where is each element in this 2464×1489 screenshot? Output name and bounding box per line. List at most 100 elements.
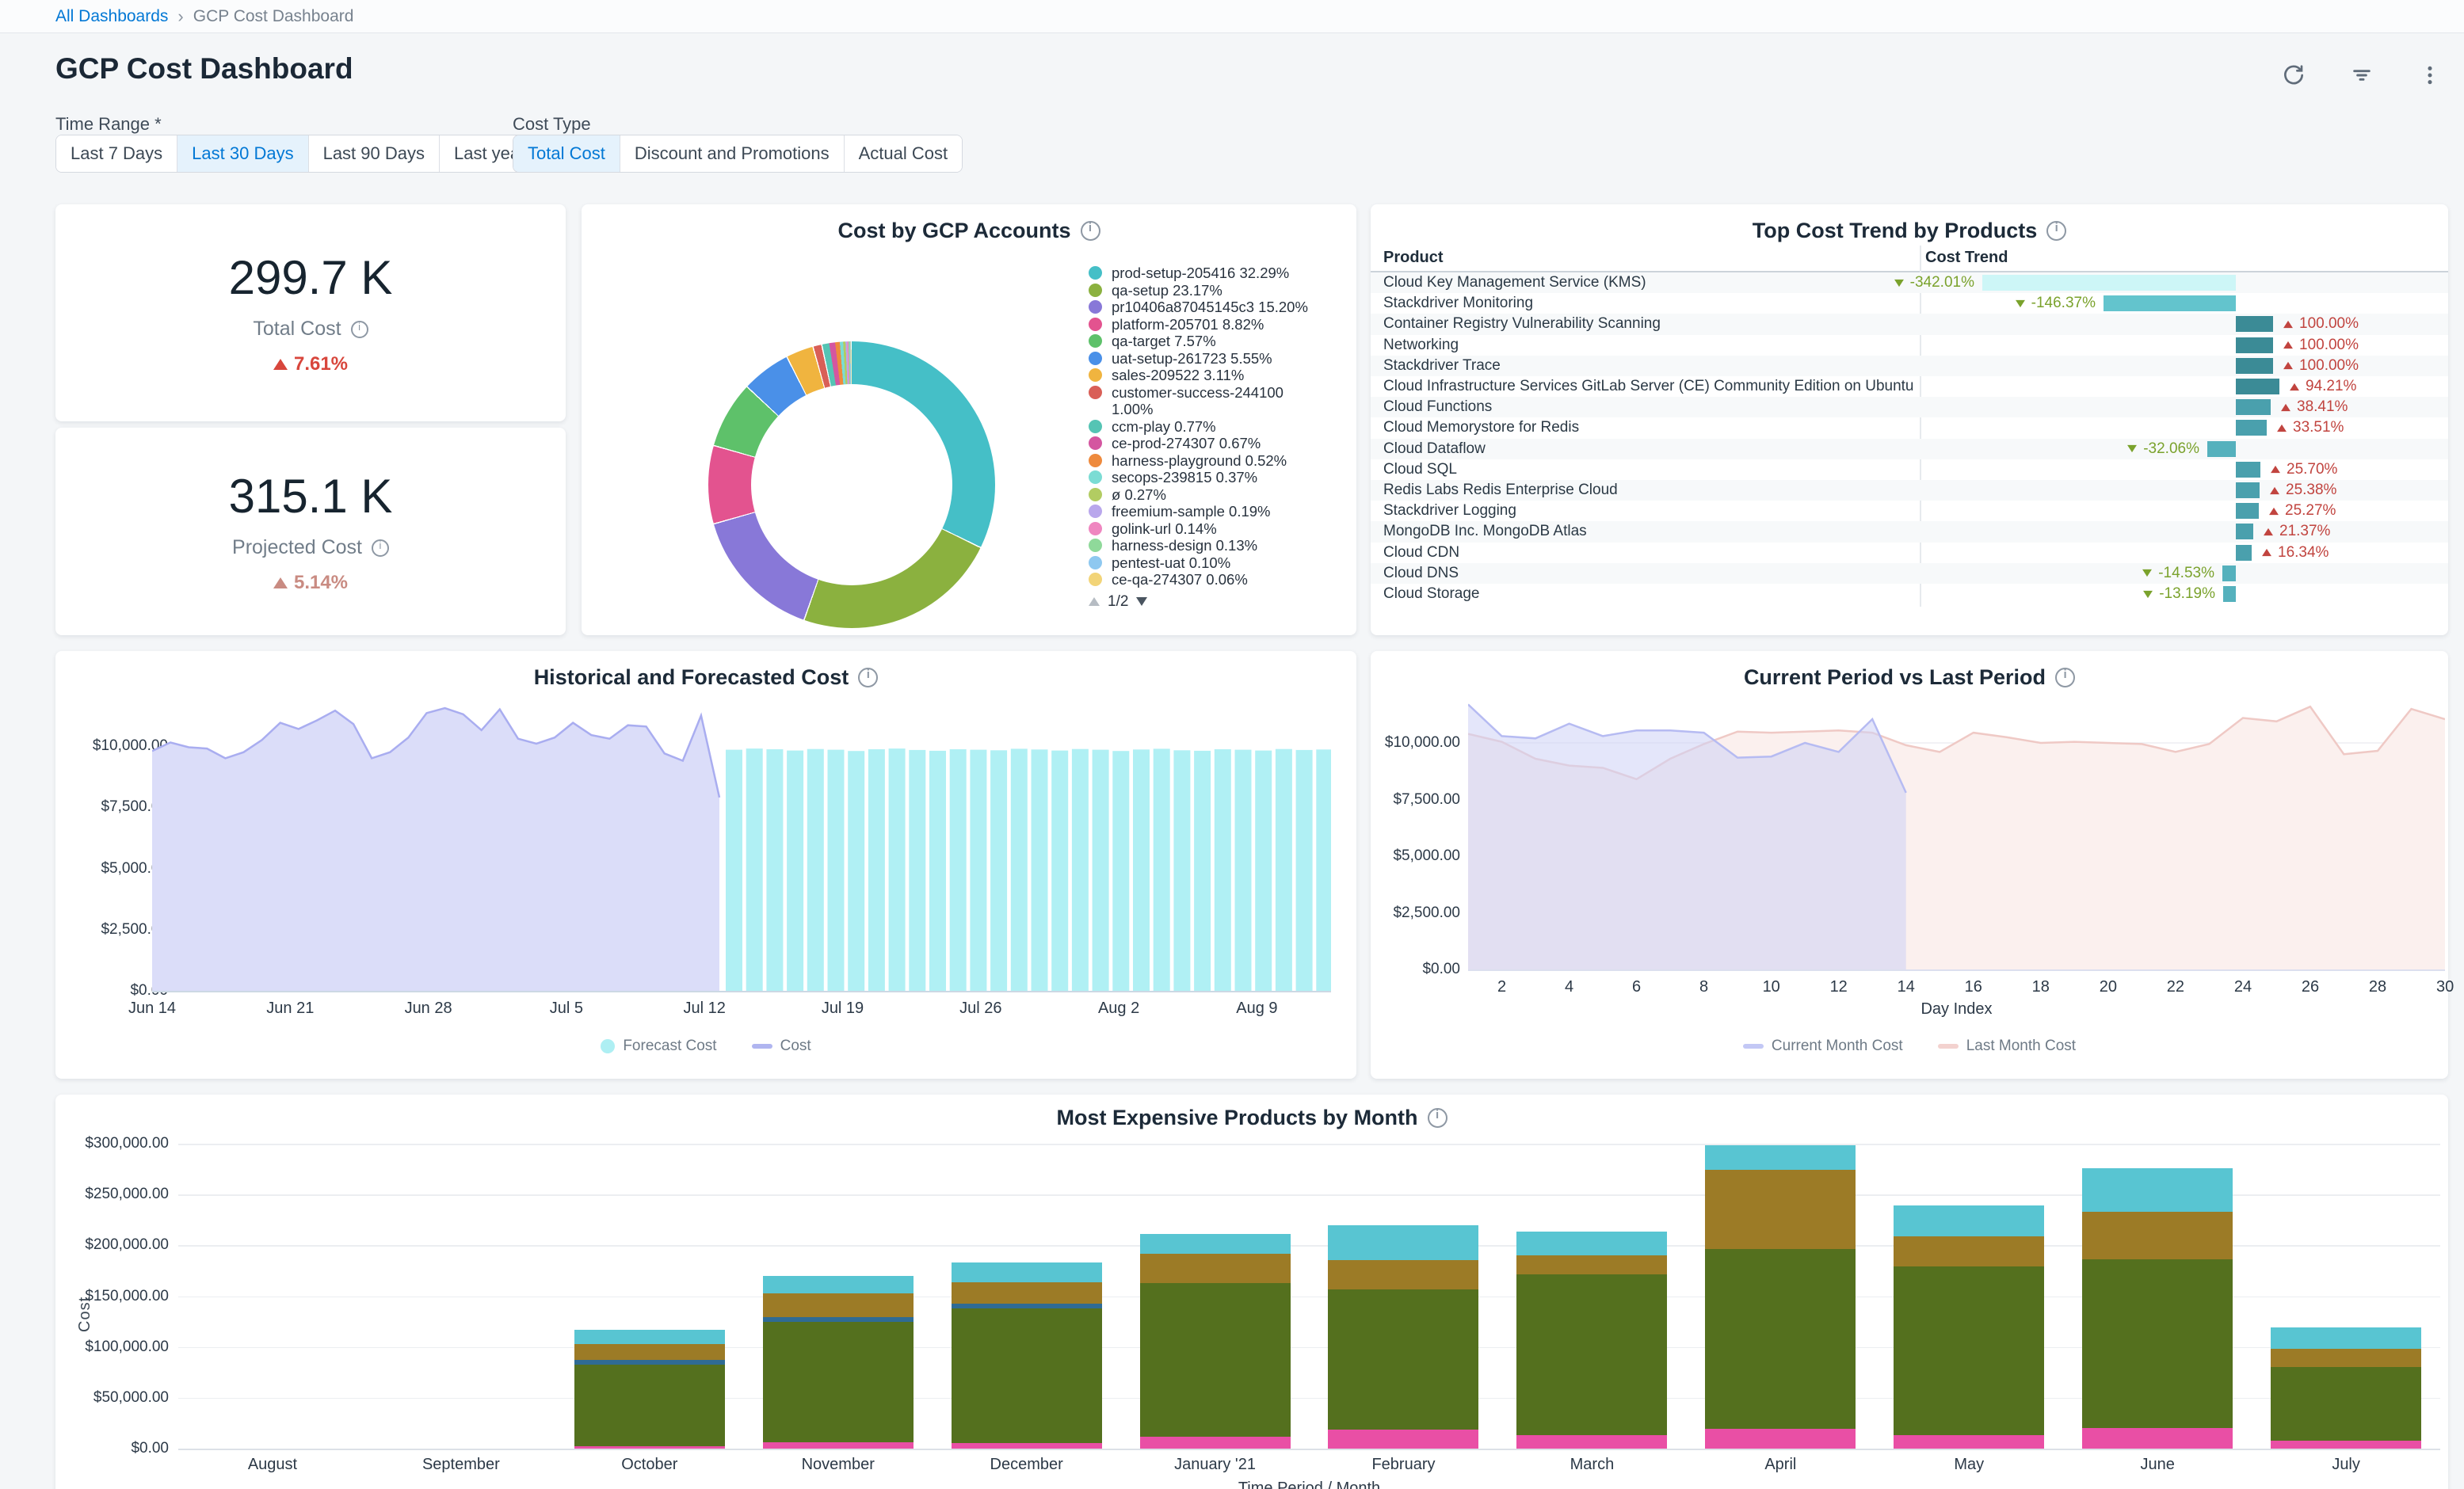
product-cell: Stackdriver Trace <box>1371 356 1917 376</box>
table-row[interactable]: Stackdriver Trace100.00% <box>1371 356 2448 376</box>
info-icon[interactable] <box>858 668 878 687</box>
trend-bar <box>2222 566 2236 581</box>
donut-ring[interactable] <box>708 341 995 628</box>
legend-swatch-icon <box>1089 368 1102 382</box>
page-down-icon[interactable] <box>1136 597 1147 606</box>
info-icon[interactable] <box>2055 668 2075 687</box>
segment-option[interactable]: Actual Cost <box>845 135 963 172</box>
stacked-bar[interactable] <box>2082 1168 2233 1449</box>
info-icon[interactable] <box>372 539 389 557</box>
trend-value: 100.00% <box>2283 335 2359 356</box>
product-cell: Cloud Storage <box>1371 584 1917 604</box>
table-row[interactable]: Cloud Dataflow-32.06% <box>1371 439 2448 459</box>
legend-item[interactable]: pr10406a87045145c3 15.20% <box>1089 299 1334 316</box>
legend-item[interactable]: secops-239815 0.37% <box>1089 469 1334 486</box>
stacked-bar[interactable] <box>1894 1205 2044 1449</box>
top-cost-trend-card: Top Cost Trend by Products Product Cost … <box>1371 204 2448 635</box>
stacked-bar[interactable] <box>1328 1225 1478 1449</box>
bar-segment <box>952 1262 1102 1282</box>
stacked-bar[interactable] <box>2271 1327 2421 1449</box>
trend-bar <box>2236 337 2273 353</box>
table-row[interactable]: Redis Labs Redis Enterprise Cloud25.38% <box>1371 480 2448 501</box>
x-axis-tick: March <box>1497 1456 1686 1474</box>
legend-item[interactable]: prod-setup-205416 32.29% <box>1089 265 1334 282</box>
table-row[interactable]: Cloud Storage-13.19% <box>1371 584 2448 604</box>
legend-item[interactable]: golink-url 0.14% <box>1089 520 1334 538</box>
table-row[interactable]: Cloud DNS-14.53% <box>1371 563 2448 584</box>
segment-option[interactable]: Last 7 Days <box>56 135 177 172</box>
trend-bar <box>2236 545 2252 561</box>
legend-item[interactable]: ce-prod-274307 0.67% <box>1089 435 1334 452</box>
time-range-segmented-control[interactable]: Last 7 DaysLast 30 DaysLast 90 DaysLast … <box>55 135 540 173</box>
breadcrumb-all-dashboards-link[interactable]: All Dashboards <box>55 7 168 26</box>
bar-slot <box>744 1095 933 1449</box>
x-axis-tick: 24 <box>2234 978 2252 996</box>
info-icon[interactable] <box>2046 221 2066 241</box>
cost-type-segmented-control[interactable]: Total CostDiscount and PromotionsActual … <box>513 135 963 173</box>
product-cell: Stackdriver Monitoring <box>1371 293 1917 314</box>
segment-option[interactable]: Last 30 Days <box>177 135 308 172</box>
triangle-up-icon <box>273 359 288 370</box>
page-up-icon[interactable] <box>1089 597 1100 606</box>
legend-item[interactable]: qa-setup 23.17% <box>1089 282 1334 299</box>
historical-legend: Forecast Cost Cost <box>55 1038 1356 1055</box>
stacked-bar[interactable] <box>1140 1234 1291 1449</box>
legend-item[interactable]: freemium-sample 0.19% <box>1089 503 1334 520</box>
more-menu-icon[interactable] <box>2416 62 2443 89</box>
stacked-bar[interactable] <box>574 1330 725 1449</box>
table-row[interactable]: Cloud Infrastructure Services GitLab Ser… <box>1371 376 2448 397</box>
legend-swatch-icon <box>1089 300 1102 314</box>
triangle-up-icon <box>2290 383 2299 390</box>
x-axis-tick: 6 <box>1632 978 1641 996</box>
trend-bar <box>2104 295 2236 311</box>
legend-item[interactable]: sales-209522 3.11% <box>1089 367 1334 384</box>
segment-option[interactable]: Discount and Promotions <box>620 135 845 172</box>
bar-segment <box>763 1293 914 1317</box>
legend-item[interactable]: customer-success-244100 1.00% <box>1089 384 1334 418</box>
trend-value: -146.37% <box>2015 293 2096 314</box>
info-icon[interactable] <box>351 321 368 338</box>
segment-option[interactable]: Last 90 Days <box>309 135 440 172</box>
product-cell: Container Registry Vulnerability Scannin… <box>1371 314 1917 334</box>
table-row[interactable]: Cloud Memorystore for Redis33.51% <box>1371 417 2448 438</box>
total-cost-delta: 7.61% <box>273 353 348 375</box>
bar-segment <box>763 1322 914 1442</box>
table-row[interactable]: Stackdriver Monitoring -146.37% <box>1371 293 2448 314</box>
trend-cell: -32.06% <box>1920 439 2442 459</box>
x-axis-tick: Jul 19 <box>822 1000 864 1018</box>
y-axis-tick: $200,000.00 <box>70 1236 169 1254</box>
table-row[interactable]: Cloud Functions38.41% <box>1371 397 2448 417</box>
segment-option[interactable]: Total Cost <box>513 135 620 172</box>
triangle-up-icon <box>2277 425 2287 432</box>
table-row[interactable]: Cloud SQL25.70% <box>1371 459 2448 480</box>
stacked-bar[interactable] <box>763 1276 914 1449</box>
table-row[interactable]: Networking100.00% <box>1371 335 2448 356</box>
trend-value: 100.00% <box>2283 314 2359 334</box>
stacked-bar[interactable] <box>1516 1232 1667 1449</box>
legend-item[interactable]: ccm-play 0.77% <box>1089 418 1334 436</box>
table-row[interactable]: MongoDB Inc. MongoDB Atlas21.37% <box>1371 521 2448 542</box>
table-row[interactable]: Cloud Key Management Service (KMS)-342.0… <box>1371 272 2448 293</box>
table-row[interactable]: Stackdriver Logging25.27% <box>1371 501 2448 521</box>
triangle-down-icon <box>1894 279 1904 286</box>
legend-item[interactable]: ø 0.27% <box>1089 486 1334 504</box>
legend-item[interactable]: harness-design 0.13% <box>1089 537 1334 554</box>
legend-item[interactable]: platform-205701 8.82% <box>1089 316 1334 333</box>
info-icon[interactable] <box>1081 221 1100 241</box>
refresh-icon[interactable] <box>2280 62 2307 89</box>
legend-item[interactable]: ce-qa-274307 0.06% <box>1089 571 1334 588</box>
legend-item[interactable]: harness-playground 0.52% <box>1089 452 1334 470</box>
stacked-bar[interactable] <box>952 1262 1102 1449</box>
filter-icon[interactable] <box>2348 62 2375 89</box>
table-row[interactable]: Container Registry Vulnerability Scannin… <box>1371 314 2448 334</box>
page-indicator: 1/2 <box>1108 593 1128 611</box>
bar-segment <box>2271 1327 2421 1349</box>
table-row[interactable]: Cloud CDN16.34% <box>1371 543 2448 563</box>
triangle-up-icon <box>2281 404 2290 411</box>
stacked-bar[interactable] <box>1705 1145 1856 1449</box>
legend-label: platform-205701 8.82% <box>1112 316 1316 333</box>
legend-item[interactable]: qa-target 7.57% <box>1089 333 1334 350</box>
legend-item[interactable]: uat-setup-261723 5.55% <box>1089 350 1334 367</box>
bar-segment <box>1705 1170 1856 1249</box>
legend-item[interactable]: pentest-uat 0.10% <box>1089 554 1334 572</box>
